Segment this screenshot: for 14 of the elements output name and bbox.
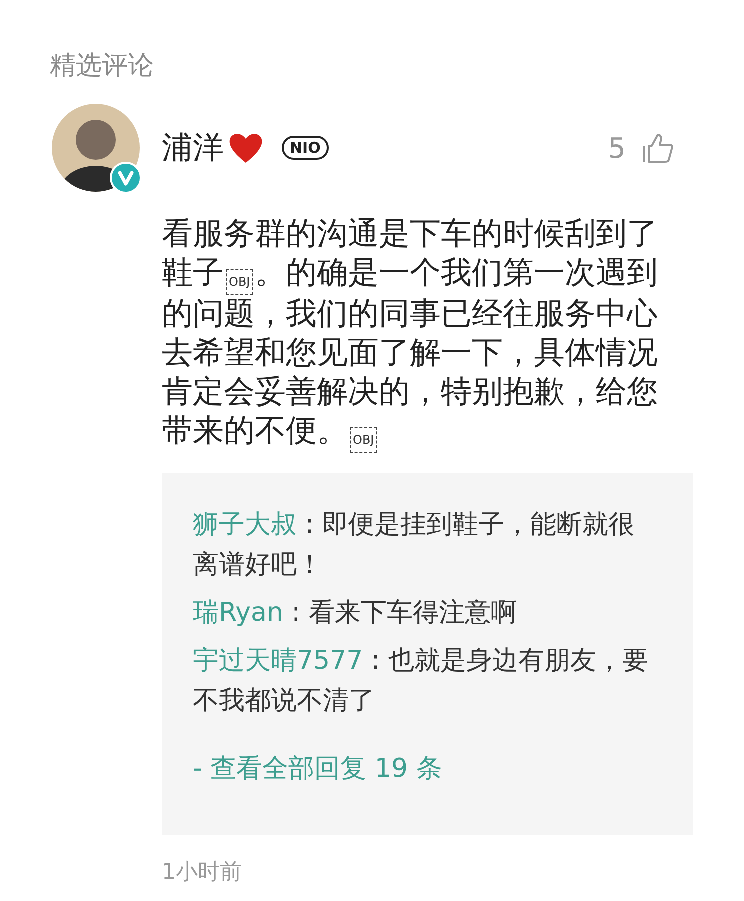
section-title: 精选评论 <box>50 50 154 83</box>
reply-text: 狮子大叔 : 即便是挂到鞋子，能断就很离谱好吧！ <box>193 509 636 582</box>
author-name[interactable]: 浦洋 <box>162 127 224 169</box>
object-placeholder-field: OBJ <box>350 427 378 453</box>
comment-text: 看服务群的沟通是下车的时候刮到了鞋子 OBJ 。的确是一个我们第一次遇到的问题，我们的同事已经往服务中心去希望和您见面了解一下，具体情况肯定会妥善解决的，特别抱歉，给您带来的不便。 OBJ <box>162 215 672 453</box>
like-count: 5 <box>608 132 626 164</box>
reply-text: 瑞Ryan : 看来下车得注意啊 <box>193 597 518 630</box>
verified-icon <box>110 162 142 194</box>
thumbs-up-icon[interactable] <box>642 132 674 164</box>
brand-badge: NIO <box>282 136 329 160</box>
heart-icon <box>228 131 264 165</box>
reply-text: 宇过天晴7577 : 也就是身边有朋友，要不我都说不清了 <box>193 645 649 718</box>
object-placeholder-field: OBJ <box>226 269 254 295</box>
timestamp: 1小时前 <box>162 859 242 887</box>
